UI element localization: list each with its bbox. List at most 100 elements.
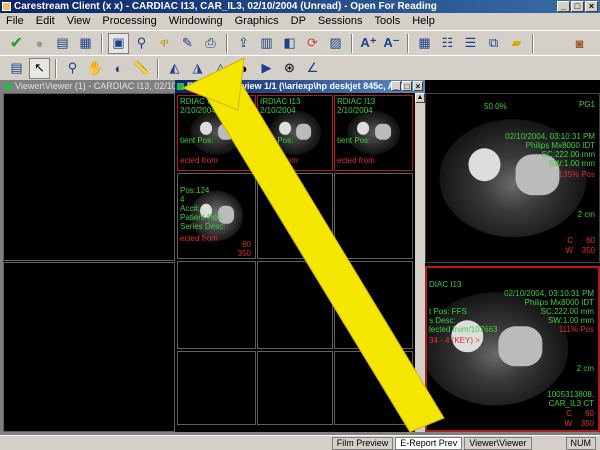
c-value: 60	[586, 236, 595, 245]
series-desc: s Desc:	[429, 316, 456, 325]
ereport-page: RDIAC I13 2/10/2004 tient Pos: ected fro…	[175, 93, 415, 425]
empty-cell[interactable]	[334, 261, 413, 349]
thumb-patient-pos: Patient Pos:	[180, 213, 224, 222]
note-icon[interactable]: ✎	[177, 33, 198, 54]
pan-icon[interactable]: ✋	[85, 58, 106, 79]
ct-image	[189, 110, 244, 156]
thumb-selected: ected from	[180, 234, 218, 243]
thumb-series: Series Desc:	[180, 222, 226, 231]
cine-icon[interactable]: ▶	[256, 58, 277, 79]
empty-cell[interactable]	[257, 261, 333, 349]
maximize-button[interactable]: □	[571, 1, 584, 12]
sync-icon[interactable]: ⟳	[302, 33, 323, 54]
menu-windowing[interactable]: Windowing	[169, 13, 223, 30]
tab-ereport-preview[interactable]: E-Report Prev	[395, 436, 463, 450]
invert-icon[interactable]: ◑	[233, 58, 254, 79]
w-value: 350	[580, 419, 594, 428]
minimize-button[interactable]: _	[557, 1, 570, 12]
rotate-icon[interactable]: ◬	[210, 58, 231, 79]
menu-sessions[interactable]: Sessions	[318, 13, 363, 30]
key-label: 34 - 4 (KEY) >	[429, 336, 480, 345]
viewer-cell[interactable]	[3, 93, 175, 261]
image-date: 02/10/2004, 03:10:31 PM	[504, 289, 594, 298]
menu-help[interactable]: Help	[412, 13, 435, 30]
menu-file[interactable]: File	[6, 13, 24, 30]
close-button[interactable]: ×	[585, 1, 598, 12]
grid-icon[interactable]: ▦	[414, 33, 435, 54]
scroll-up-button[interactable]: ▲	[415, 93, 425, 103]
tab-film-preview[interactable]: Film Preview	[331, 436, 394, 450]
thumbnail-cell[interactable]: RDIAC I13 2/10/2004 tient Pos: ected fro…	[334, 95, 413, 171]
table-icon[interactable]: ▦	[75, 33, 96, 54]
flip-vertical-icon[interactable]: ◮	[187, 58, 208, 79]
series-icon[interactable]: ☷	[437, 33, 458, 54]
viewer-icon	[5, 83, 12, 90]
exit-icon[interactable]: ◙	[569, 33, 590, 54]
thumb-name: RDIAC I13	[337, 97, 376, 106]
thumb-pos-line: Pos:124	[180, 186, 210, 195]
font-down-icon[interactable]: A⁻	[381, 33, 402, 54]
thumbnail-cell[interactable]: RDIAC I13 2/10/2004 tient Pos: ected fro…	[177, 95, 256, 171]
pointer-icon[interactable]: ↖	[29, 57, 50, 79]
app-icon	[2, 2, 11, 11]
print-icon[interactable]: ⎙	[200, 33, 221, 54]
c-label: C	[567, 236, 573, 245]
window-icon[interactable]: ◧	[279, 33, 300, 54]
ereport-minimize-button[interactable]: _	[391, 81, 401, 91]
zoom-icon[interactable]: ⚲	[62, 58, 83, 79]
reset-icon[interactable]: ⊛	[279, 58, 300, 79]
layout-icon[interactable]: ▨	[325, 33, 346, 54]
thumb-acc: Acc#:	[180, 204, 201, 213]
empty-cell[interactable]	[257, 351, 333, 425]
compare-icon[interactable]: ▥	[256, 33, 277, 54]
menu-tools[interactable]: Tools	[375, 13, 401, 30]
thumb-pos: tient Pos:	[260, 136, 294, 145]
study-icon[interactable]: ☰	[460, 33, 481, 54]
w-value: 350	[581, 246, 595, 255]
search-icon[interactable]: ⚲	[131, 33, 152, 54]
export-icon[interactable]: ⇪	[233, 33, 254, 54]
menu-processing[interactable]: Processing	[102, 13, 156, 30]
sw-label: SW:1.00 mm	[548, 159, 595, 168]
flip-horizontal-icon[interactable]: ◭	[164, 58, 185, 79]
patient-name: DIAC I13	[429, 280, 462, 289]
font-up-icon[interactable]: A⁺	[358, 33, 379, 54]
page-label: PG1	[578, 100, 595, 109]
main-toolbar: ✔ ● ▤ ▦ ▣ ⚲ ዋ ✎ ⎙ ⇪ ▥ ◧ ⟳ ▨ A⁺ A⁻ ▦ ☷ ☰ …	[0, 30, 600, 55]
layout-icon[interactable]: ▤	[6, 58, 27, 79]
empty-cell[interactable]	[257, 173, 333, 259]
check-icon[interactable]: ✔	[6, 33, 27, 54]
menu-view[interactable]: View	[67, 13, 91, 30]
empty-cell[interactable]	[177, 261, 256, 349]
thumb-selected: ected from	[180, 156, 218, 165]
menu-edit[interactable]: Edit	[36, 13, 55, 30]
notes-icon[interactable]: ▰	[506, 33, 527, 54]
window-level-icon[interactable]: ◐	[108, 58, 129, 79]
tab-viewer[interactable]: Viewer\Viewer	[464, 436, 532, 450]
empty-cell[interactable]	[334, 173, 413, 259]
menu-graphics[interactable]: Graphics	[235, 13, 279, 30]
empty-cell[interactable]	[177, 351, 256, 425]
angle-icon[interactable]: ∠	[302, 58, 323, 79]
thumbnail-cell[interactable]: Pos:124 4 Acc#: Patient Pos: Series Desc…	[177, 173, 256, 259]
ereport-icon	[177, 83, 184, 90]
ruler-icon[interactable]: 📏	[131, 58, 152, 79]
ereport-close-button[interactable]: ×	[413, 81, 423, 91]
ereport-vertical-scrollbar[interactable]: ▲	[415, 93, 425, 432]
thumb-date: 2/10/2004	[180, 106, 216, 115]
ct-image	[269, 110, 321, 156]
compare2-icon[interactable]: ⧉	[483, 33, 504, 54]
circle-icon[interactable]: ●	[29, 33, 50, 54]
open-icon[interactable]: ▤	[52, 33, 73, 54]
menu-dp[interactable]: DP	[291, 13, 306, 30]
empty-cell[interactable]	[334, 351, 413, 425]
key-icon[interactable]: ዋ	[154, 33, 175, 54]
report-icon[interactable]: ▣	[108, 32, 129, 54]
viewer-cell[interactable]	[3, 262, 175, 432]
image-cell[interactable]: 50.0% PG1 02/10/2004, 03:10:31 PM Philip…	[425, 93, 600, 263]
thumbnail-cell[interactable]: IRDIAC I13 2/10/2004 tient Pos: ected fr…	[257, 95, 333, 171]
ereport-maximize-button[interactable]: □	[402, 81, 412, 91]
scanner-label: Philips Mx8000 IDT	[525, 141, 595, 150]
thumb-date: 2/10/2004	[337, 106, 373, 115]
image-cell-selected[interactable]: DIAC I13 02/10/2004, 03:10:31 PM Philips…	[425, 266, 600, 432]
